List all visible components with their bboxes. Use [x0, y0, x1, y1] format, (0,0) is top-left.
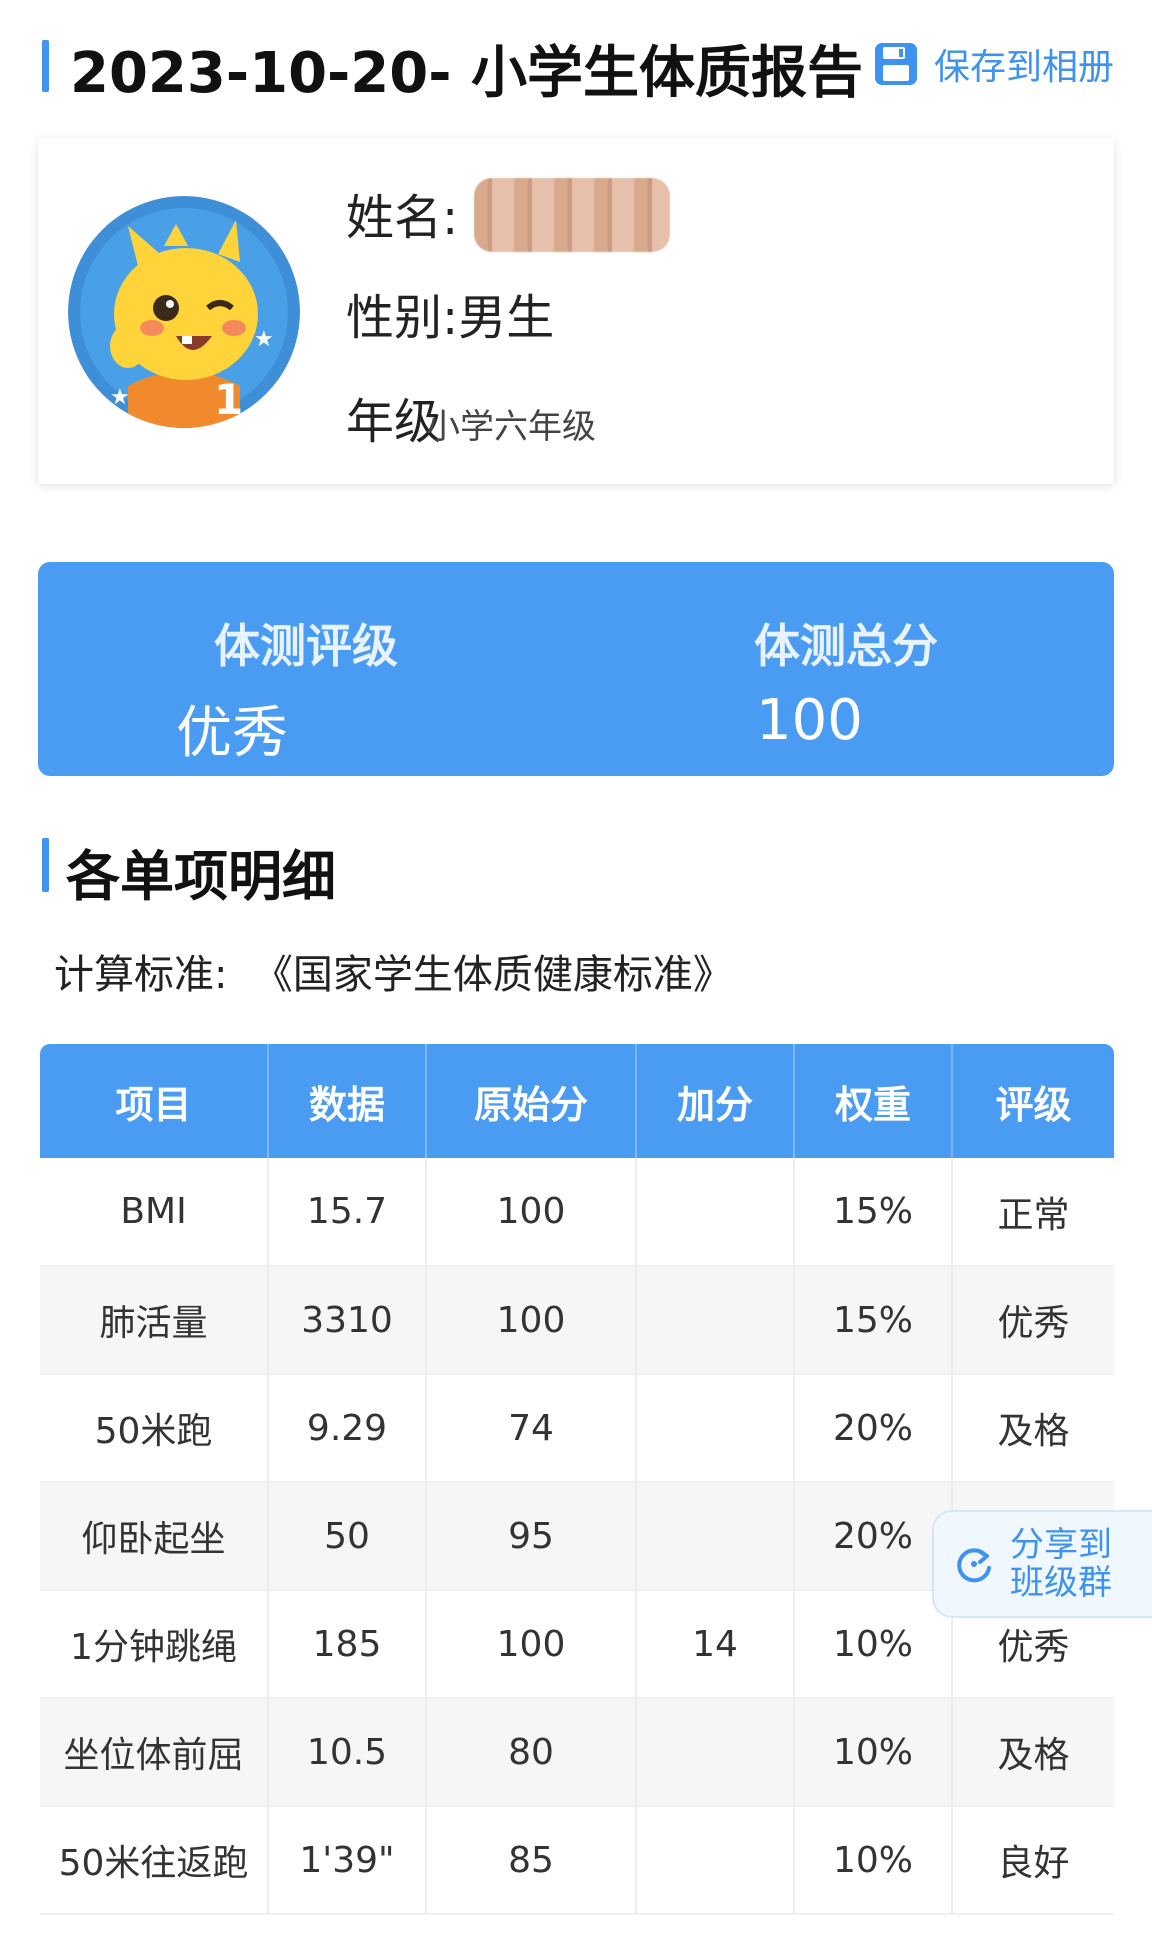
raw-score-cell: 80	[425, 1698, 636, 1807]
table-row: 肺活量 3310 100 15% 优秀	[40, 1266, 1114, 1375]
svg-text:★: ★	[254, 327, 274, 352]
table-row: BMI 15.7 100 15% 正常	[40, 1158, 1114, 1267]
section-title: 各单项明细	[66, 845, 336, 908]
weight-cell: 20%	[793, 1482, 952, 1591]
item-cell: BMI	[40, 1158, 268, 1267]
column-header: 项目	[40, 1044, 268, 1158]
rating-cell: 良好	[951, 1806, 1114, 1915]
rating-label: 体测评级	[214, 619, 398, 673]
data-cell: 50	[267, 1482, 426, 1591]
weight-cell: 15%	[793, 1266, 952, 1375]
item-cell: 肺活量	[40, 1266, 268, 1375]
raw-score-cell: 100	[425, 1266, 636, 1375]
column-header: 数据	[267, 1044, 426, 1158]
column-header: 原始分	[425, 1044, 636, 1158]
svg-text:★: ★	[110, 385, 130, 410]
raw-score-cell: 74	[425, 1374, 636, 1483]
svg-text:1: 1	[214, 375, 243, 424]
data-cell: 3310	[267, 1266, 426, 1375]
bonus-cell	[635, 1374, 794, 1483]
name-label: 姓名:	[346, 190, 459, 246]
rating-cell: 及格	[951, 1374, 1114, 1483]
bonus-cell	[635, 1806, 794, 1915]
detail-table: 项目 数据 原始分 加分 权重 评级 BMI 15.7 100 15% 正常 肺…	[40, 1044, 1114, 1915]
item-cell: 50米跑	[40, 1374, 268, 1483]
weight-cell: 15%	[793, 1158, 952, 1267]
save-label: 保存到相册	[934, 47, 1115, 88]
raw-score-cell: 85	[425, 1806, 636, 1915]
bonus-cell: 14	[635, 1590, 794, 1699]
share-label-line2: 班级群	[1010, 1563, 1112, 1603]
score-banner: 体测评级 优秀 体测总分 100	[38, 562, 1114, 776]
bonus-cell	[635, 1158, 794, 1267]
weight-cell: 10%	[793, 1806, 952, 1915]
section-accent-bar	[42, 838, 49, 892]
profile-card: 1 ★ ★ 姓名: 性别:男生 年级小学六年级	[38, 138, 1114, 484]
gender-row: 性别:男生	[346, 278, 554, 348]
column-header: 评级	[951, 1044, 1114, 1158]
raw-score-cell: 100	[425, 1158, 636, 1267]
item-cell: 坐位体前屈	[40, 1698, 268, 1807]
data-cell: 1'39"	[267, 1806, 426, 1915]
raw-score-cell: 95	[425, 1482, 636, 1591]
item-cell: 50米往返跑	[40, 1806, 268, 1915]
rating-cell: 正常	[951, 1158, 1114, 1267]
table-row: 50米跑 9.29 74 20% 及格	[40, 1374, 1114, 1483]
redacted-name-mask	[474, 178, 671, 252]
data-cell: 10.5	[267, 1698, 426, 1807]
data-cell: 185	[267, 1590, 426, 1699]
table-header-row: 项目 数据 原始分 加分 权重 评级	[40, 1044, 1114, 1158]
standard-line: 计算标准: 《国家学生体质健康标准》	[54, 942, 733, 1000]
bonus-cell	[635, 1266, 794, 1375]
standard-value: 《国家学生体质健康标准》	[252, 952, 733, 998]
standard-label: 计算标准:	[54, 952, 228, 998]
weight-cell: 10%	[793, 1590, 952, 1699]
share-label: 分享到 班级群	[1010, 1526, 1112, 1602]
title-accent-bar	[42, 40, 49, 92]
total-score-value: 100	[756, 688, 863, 753]
grade-row: 年级小学六年级	[346, 382, 596, 452]
rating-cell: 优秀	[951, 1266, 1114, 1375]
rating-cell: 及格	[951, 1698, 1114, 1807]
gender-label: 性别:	[346, 290, 459, 346]
weight-cell: 20%	[793, 1374, 952, 1483]
mascot-avatar: 1 ★ ★	[68, 196, 300, 428]
item-cell: 1分钟跳绳	[40, 1590, 268, 1699]
rating-value: 优秀	[176, 701, 288, 766]
table-row: 50米往返跑 1'39" 85 10% 良好	[40, 1806, 1114, 1915]
page-title: 2023-10-20- 小学生体质报告	[70, 41, 863, 106]
column-header: 权重	[793, 1044, 952, 1158]
grade-value: 小学六年级	[426, 407, 597, 447]
data-cell: 15.7	[267, 1158, 426, 1267]
share-label-line1: 分享到	[1010, 1525, 1112, 1565]
item-cell: 仰卧起坐	[40, 1482, 268, 1591]
column-header: 加分	[635, 1044, 794, 1158]
save-to-album-button[interactable]: 保存到相册	[872, 38, 1114, 90]
gender-value: 男生	[458, 290, 555, 346]
share-refresh-icon	[957, 1548, 991, 1583]
total-score-label: 体测总分	[754, 619, 938, 673]
table-row: 坐位体前屈 10.5 80 10% 及格	[40, 1698, 1114, 1807]
bonus-cell	[635, 1482, 794, 1591]
name-row: 姓名:	[346, 178, 671, 258]
bonus-cell	[635, 1698, 794, 1807]
weight-cell: 10%	[793, 1698, 952, 1807]
raw-score-cell: 100	[425, 1590, 636, 1699]
share-to-class-group-button[interactable]: 分享到 班级群	[932, 1510, 1152, 1618]
save-icon	[875, 43, 917, 85]
data-cell: 9.29	[267, 1374, 426, 1483]
